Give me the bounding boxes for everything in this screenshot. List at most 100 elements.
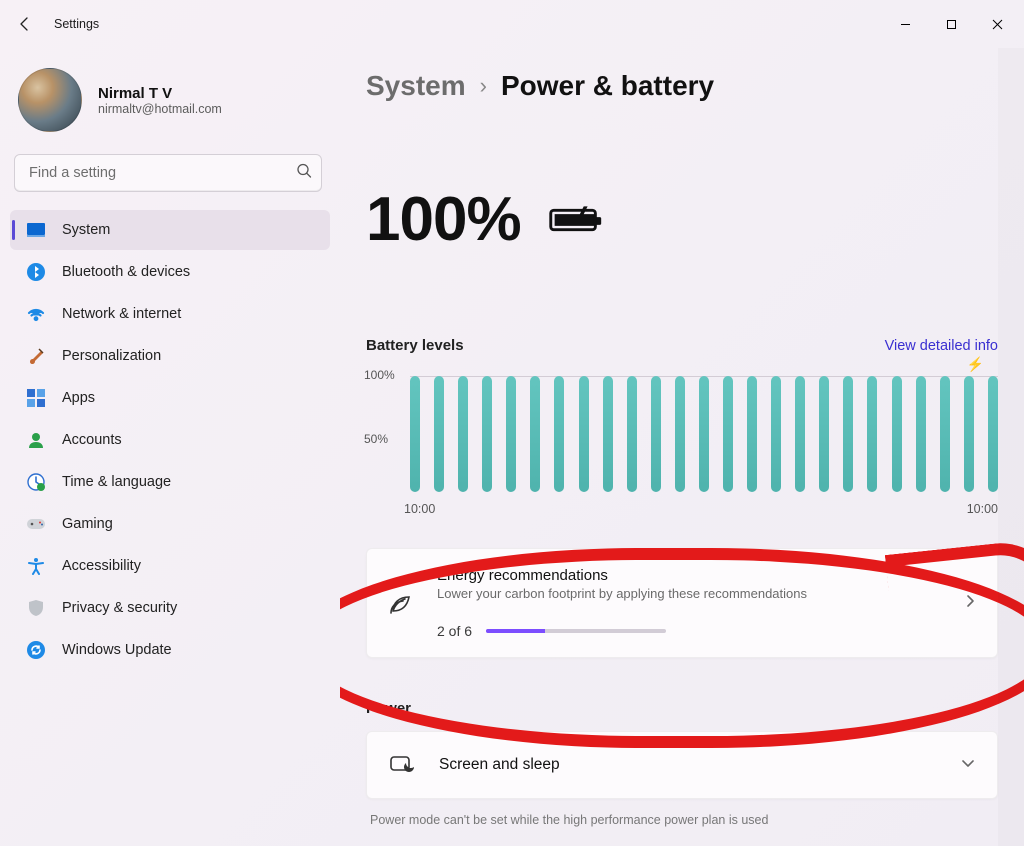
- chart-bar: [771, 376, 781, 492]
- user-email: nirmaltv@hotmail.com: [98, 102, 222, 116]
- chart-bar: [819, 376, 829, 492]
- titlebar: Settings: [0, 0, 1024, 48]
- chart-bar: [603, 376, 613, 492]
- chart-bar: [916, 376, 926, 492]
- brush-icon: [26, 346, 46, 366]
- chart-bar: [795, 376, 805, 492]
- battery-levels-chart: ⚡ 100% 50% 10:00 10:00: [366, 362, 998, 520]
- chart-bar: [867, 376, 877, 492]
- sidebar-item-label: Network & internet: [62, 306, 181, 322]
- sidebar-item-accounts[interactable]: Accounts: [10, 420, 330, 460]
- chart-x-start: 10:00: [404, 502, 435, 516]
- sidebar-item-personalization[interactable]: Personalization: [10, 336, 330, 376]
- chart-bar: [554, 376, 564, 492]
- chart-y-100: 100%: [364, 368, 395, 382]
- sidebar-item-bluetooth[interactable]: Bluetooth & devices: [10, 252, 330, 292]
- main-content: System › Power & battery 100% Battery le…: [340, 48, 1024, 846]
- sidebar-item-apps[interactable]: Apps: [10, 378, 330, 418]
- power-section-header: Power: [366, 700, 998, 717]
- sidebar-item-label: Accessibility: [62, 558, 141, 574]
- search-icon[interactable]: [296, 163, 312, 184]
- sidebar-item-network[interactable]: Network & internet: [10, 294, 330, 334]
- energy-card-subtitle: Lower your carbon footprint by applying …: [437, 586, 941, 601]
- energy-card-title: Energy recommendations: [437, 567, 941, 584]
- arrow-left-icon: [17, 16, 33, 32]
- page-title: Power & battery: [501, 70, 714, 102]
- sidebar-item-system[interactable]: System: [10, 210, 330, 250]
- sidebar-item-accessibility[interactable]: Accessibility: [10, 546, 330, 586]
- screen-and-sleep-card[interactable]: Screen and sleep: [366, 731, 998, 799]
- search-input[interactable]: [14, 154, 322, 192]
- chevron-down-icon: [961, 756, 975, 775]
- chart-bar: [530, 376, 540, 492]
- user-name: Nirmal T V: [98, 85, 222, 102]
- sidebar-item-label: Bluetooth & devices: [62, 264, 190, 280]
- window-controls: [882, 9, 1020, 39]
- sidebar-item-gaming[interactable]: Gaming: [10, 504, 330, 544]
- update-icon: [26, 640, 46, 660]
- sidebar-item-label: Time & language: [62, 474, 171, 490]
- chevron-right-icon: ›: [480, 73, 487, 99]
- chart-bar: [699, 376, 709, 492]
- chevron-right-icon: [963, 594, 977, 613]
- person-icon: [26, 430, 46, 450]
- sidebar: Nirmal T V nirmaltv@hotmail.com System B…: [0, 48, 340, 846]
- chart-bar: [892, 376, 902, 492]
- chart-bar: [723, 376, 733, 492]
- sidebar-item-label: Apps: [62, 390, 95, 406]
- maximize-button[interactable]: [928, 9, 974, 39]
- chart-bar: [410, 376, 420, 492]
- view-detailed-info-link[interactable]: View detailed info: [885, 338, 998, 354]
- user-block[interactable]: Nirmal T V nirmaltv@hotmail.com: [6, 58, 334, 150]
- chart-bar: [940, 376, 950, 492]
- power-mode-footnote: Power mode can't be set while the high p…: [366, 813, 998, 827]
- chart-bar: [843, 376, 853, 492]
- chart-bar: [579, 376, 589, 492]
- screen-sleep-icon: [389, 752, 415, 778]
- breadcrumb-root[interactable]: System: [366, 70, 466, 102]
- scrollbar-area[interactable]: [998, 48, 1024, 846]
- sidebar-item-privacy[interactable]: Privacy & security: [10, 588, 330, 628]
- shield-icon: [26, 598, 46, 618]
- battery-percentage: 100%: [366, 184, 521, 255]
- clock-globe-icon: [26, 472, 46, 492]
- chart-bars: [410, 376, 998, 492]
- wifi-icon: [26, 304, 46, 324]
- close-icon: [992, 19, 1003, 30]
- close-button[interactable]: [974, 9, 1020, 39]
- minimize-icon: [900, 19, 911, 30]
- chart-bar: [747, 376, 757, 492]
- sidebar-item-label: Gaming: [62, 516, 113, 532]
- energy-progress-count: 2 of 6: [437, 623, 472, 639]
- sidebar-item-label: Personalization: [62, 348, 161, 364]
- gamepad-icon: [26, 514, 46, 534]
- sidebar-item-label: System: [62, 222, 110, 238]
- screen-and-sleep-label: Screen and sleep: [439, 756, 937, 774]
- energy-progress-bar: [486, 629, 666, 633]
- chart-bar: [651, 376, 661, 492]
- chart-y-50: 50%: [364, 432, 388, 446]
- chart-bar: [482, 376, 492, 492]
- chart-bar: [675, 376, 685, 492]
- app-title: Settings: [54, 17, 99, 31]
- sidebar-item-label: Windows Update: [62, 642, 172, 658]
- apps-icon: [26, 388, 46, 408]
- battery-levels-header: Battery levels: [366, 337, 464, 354]
- sidebar-item-label: Privacy & security: [62, 600, 177, 616]
- battery-charging-icon: [543, 200, 607, 240]
- bluetooth-icon: [26, 262, 46, 282]
- minimize-button[interactable]: [882, 9, 928, 39]
- avatar: [18, 68, 82, 132]
- chart-bar: [458, 376, 468, 492]
- energy-recommendations-card[interactable]: Energy recommendations Lower your carbon…: [366, 548, 998, 658]
- chart-bar: [627, 376, 637, 492]
- maximize-icon: [946, 19, 957, 30]
- sidebar-nav: System Bluetooth & devices Network & int…: [6, 210, 334, 670]
- sidebar-item-windows-update[interactable]: Windows Update: [10, 630, 330, 670]
- sidebar-item-label: Accounts: [62, 432, 122, 448]
- display-icon: [26, 220, 46, 240]
- sidebar-item-time-language[interactable]: Time & language: [10, 462, 330, 502]
- chart-bar: [434, 376, 444, 492]
- back-button[interactable]: [16, 15, 34, 33]
- leaf-icon: [387, 589, 415, 617]
